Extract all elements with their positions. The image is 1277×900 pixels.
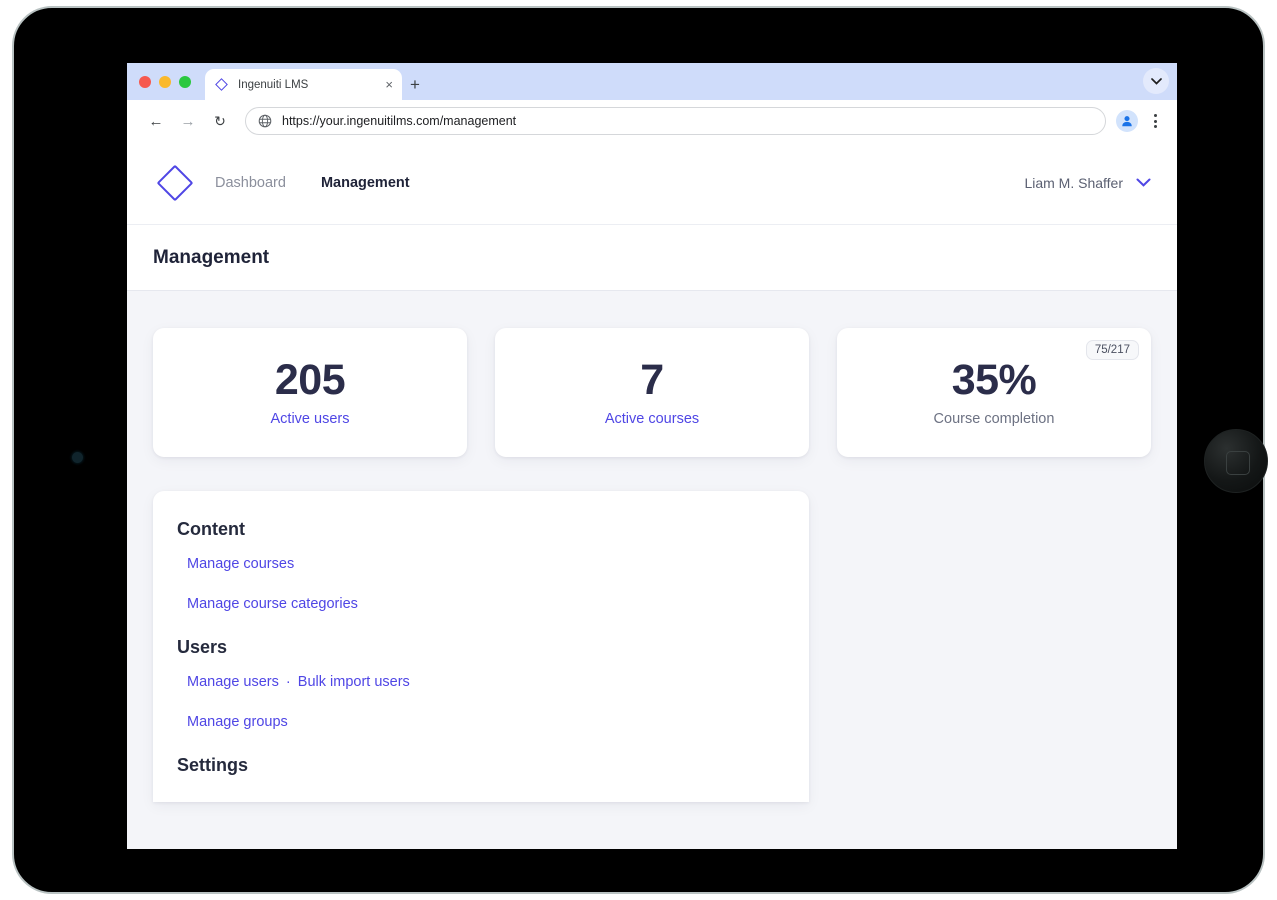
stat-label-link[interactable]: Active courses bbox=[605, 411, 699, 427]
list-item: Manage groups bbox=[177, 714, 785, 731]
list-item: Manage users · Bulk import users bbox=[177, 674, 785, 691]
stat-card-active-courses[interactable]: 7 Active courses bbox=[495, 328, 809, 457]
window-traffic-lights bbox=[139, 63, 205, 100]
forward-icon[interactable]: → bbox=[173, 106, 203, 136]
tab-title: Ingenuiti LMS bbox=[238, 78, 309, 91]
diamond-shape bbox=[156, 164, 194, 202]
stat-cards-row: 205 Active users 7 Active courses 75/217… bbox=[153, 328, 1151, 457]
stat-value: 205 bbox=[274, 355, 346, 404]
link-manage-users[interactable]: Manage users bbox=[187, 674, 279, 690]
address-bar-url: https://your.ingenuitilms.com/management bbox=[282, 114, 517, 128]
page-viewport: Dashboard Management Liam M. Shaffer Man… bbox=[127, 142, 1177, 849]
stat-label: Course completion bbox=[933, 410, 1055, 427]
section-heading-content: Content bbox=[177, 519, 245, 539]
browser-tab[interactable]: Ingenuiti LMS × bbox=[205, 69, 402, 100]
link-separator: · bbox=[285, 673, 291, 690]
status-badge: 75/217 bbox=[1085, 340, 1139, 360]
minimize-window-button[interactable] bbox=[159, 75, 171, 88]
stat-card-course-completion[interactable]: 75/217 35% Course completion bbox=[837, 328, 1151, 457]
app-navigation-bar: Dashboard Management Liam M. Shaffer bbox=[127, 142, 1177, 224]
device-home-button[interactable] bbox=[1204, 429, 1268, 493]
page-title: Management bbox=[153, 246, 270, 268]
tab-list-chevron-down-icon[interactable] bbox=[1143, 68, 1169, 94]
list-item: Manage course categories bbox=[177, 596, 785, 613]
section-heading-users: Users bbox=[177, 636, 228, 657]
address-bar[interactable]: https://your.ingenuitilms.com/management bbox=[245, 107, 1106, 135]
maximize-window-button[interactable] bbox=[179, 75, 191, 88]
three-dot-menu-icon[interactable] bbox=[1143, 107, 1167, 135]
primary-nav-links: Dashboard Management bbox=[215, 175, 410, 191]
stat-value: 35% bbox=[951, 355, 1037, 404]
close-window-button[interactable] bbox=[139, 75, 151, 88]
section-heading-settings: Settings bbox=[177, 754, 249, 775]
new-tab-button[interactable]: + bbox=[402, 69, 428, 100]
browser-tab-strip: Ingenuiti LMS × + bbox=[127, 63, 1177, 100]
link-manage-groups[interactable]: Manage groups bbox=[187, 714, 288, 730]
user-menu-name: Liam M. Shaffer bbox=[1024, 175, 1123, 191]
browser-toolbar: ← → ↻ https://your.ingenuitilms.com/mana… bbox=[127, 100, 1177, 142]
app-logo-diamond-icon[interactable] bbox=[153, 161, 197, 205]
tablet-device-frame: Ingenuiti LMS × + ← → ↻ https://your.ing… bbox=[12, 6, 1268, 894]
device-camera-dot bbox=[72, 452, 83, 463]
content-area: 205 Active users 7 Active courses 75/217… bbox=[127, 291, 1177, 802]
stat-value: 7 bbox=[640, 355, 664, 404]
chevron-down-icon bbox=[1150, 77, 1162, 85]
nav-link-management[interactable]: Management bbox=[321, 175, 410, 191]
management-links-panel: Content Manage courses Manage course cat… bbox=[153, 491, 809, 802]
stat-card-active-users[interactable]: 205 Active users bbox=[153, 328, 467, 457]
profile-avatar-icon[interactable] bbox=[1116, 110, 1138, 132]
page-title-band: Management bbox=[127, 224, 1177, 291]
stat-label-link[interactable]: Active users bbox=[271, 411, 350, 427]
list-item: Manage courses bbox=[177, 556, 785, 573]
reload-icon[interactable]: ↻ bbox=[205, 106, 235, 136]
user-menu[interactable]: Liam M. Shaffer bbox=[1024, 175, 1151, 191]
globe-icon bbox=[258, 114, 272, 128]
link-manage-courses[interactable]: Manage courses bbox=[187, 556, 294, 572]
tab-favicon-diamond-icon bbox=[214, 77, 229, 92]
link-manage-course-categories[interactable]: Manage course categories bbox=[187, 596, 358, 612]
back-icon[interactable]: ← bbox=[141, 106, 171, 136]
chevron-down-icon bbox=[1136, 176, 1151, 190]
link-bulk-import-users[interactable]: Bulk import users bbox=[298, 674, 410, 690]
browser-window: Ingenuiti LMS × + ← → ↻ https://your.ing… bbox=[127, 63, 1177, 849]
nav-link-dashboard[interactable]: Dashboard bbox=[215, 175, 286, 191]
person-icon bbox=[1122, 116, 1132, 127]
tab-close-icon[interactable]: × bbox=[385, 78, 393, 91]
